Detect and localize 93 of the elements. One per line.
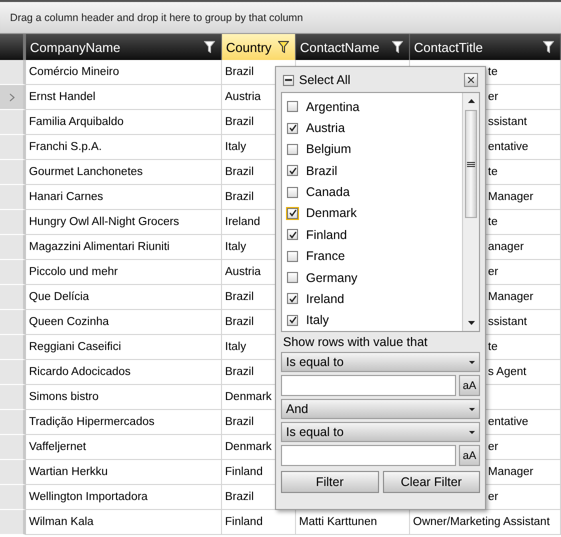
caret-icon (469, 430, 475, 434)
table-cell: Que Delícia (26, 285, 222, 310)
row-indicator[interactable] (0, 410, 26, 435)
checkbox[interactable] (287, 250, 298, 262)
table-cell: Gourmet Lanchonetes (26, 160, 222, 185)
row-indicator[interactable] (0, 510, 26, 535)
checkbox[interactable] (287, 101, 298, 112)
caret-icon (469, 408, 475, 410)
checkbox[interactable] (283, 74, 294, 86)
value-label[interactable]: Argentina (306, 100, 360, 114)
filter-icon[interactable] (278, 41, 289, 53)
row-indicator[interactable] (0, 210, 26, 235)
row-indicator[interactable] (0, 85, 26, 110)
value-label[interactable]: Italy (306, 313, 329, 328)
group-hint: Drag a column header and drop it here to group by that column (10, 12, 304, 24)
close-button[interactable] (464, 73, 478, 87)
row-indicator[interactable] (0, 385, 26, 410)
checkbox[interactable] (287, 314, 298, 326)
scroll-up-icon[interactable] (468, 99, 474, 103)
table-cell: Wellington Importadora (26, 485, 222, 510)
table-cell: Piccolo und mehr (26, 260, 222, 285)
value-input[interactable] (281, 375, 456, 396)
row-indicator[interactable] (0, 185, 26, 210)
select-all-label[interactable]: Select All (299, 73, 350, 87)
table-cell: Hanari Carnes (26, 185, 222, 210)
checkbox[interactable] (287, 165, 298, 176)
row-indicator[interactable] (0, 235, 26, 260)
checkbox[interactable] (287, 122, 298, 134)
clear-filter-button[interactable]: Clear Filter (382, 471, 480, 493)
row-indicator[interactable] (0, 335, 26, 360)
row-indicator[interactable] (0, 460, 26, 485)
table-cell: Ricardo Adocicados (26, 360, 222, 385)
table-cell: Wartian Herkku (26, 460, 222, 485)
checkbox[interactable] (287, 186, 298, 198)
table-cell: Familia Arquibaldo (26, 110, 222, 135)
checkbox[interactable] (287, 229, 298, 240)
checkbox[interactable] (287, 272, 298, 284)
filter-icon[interactable] (543, 41, 554, 53)
column-header[interactable]: Country (222, 34, 296, 60)
column-header[interactable]: ContactName (296, 34, 410, 60)
table-cell: Simons bistro (26, 385, 222, 410)
table-cell: Comércio Mineiro (26, 60, 222, 85)
header-corner (0, 34, 26, 60)
row-indicator[interactable] (0, 160, 26, 185)
value-label[interactable]: Brazil (306, 164, 338, 178)
operator-dropdown[interactable]: Is equal to (281, 422, 480, 442)
table-cell: Queen Cozinha (26, 310, 222, 335)
table-cell: Vaffeljernet (26, 435, 222, 460)
row-indicator[interactable] (0, 110, 26, 135)
table-cell: Wilman Kala (26, 510, 222, 535)
value-label[interactable]: Belgium (306, 142, 352, 156)
checkbox[interactable] (287, 208, 298, 219)
match-case-button[interactable]: aA (459, 375, 480, 396)
table-cell: Tradição Hipermercados (26, 410, 222, 435)
checkbox[interactable] (287, 144, 298, 155)
value-input[interactable] (281, 445, 456, 466)
row-indicator[interactable] (0, 360, 26, 385)
value-label[interactable]: Ireland (306, 292, 344, 306)
table-cell: Matti Karttunen (299, 516, 377, 528)
table-cell: Reggiani Caseifici (26, 335, 222, 360)
caret-icon (469, 360, 475, 364)
value-label[interactable]: France (306, 249, 345, 264)
scroll-down-icon[interactable] (468, 321, 474, 325)
grip-icon (467, 162, 475, 166)
filter-icon[interactable] (392, 41, 403, 53)
match-case-button[interactable]: aA (459, 445, 480, 466)
value-label[interactable]: Finland (306, 228, 347, 242)
scroll-thumb[interactable] (465, 110, 477, 218)
value-label[interactable]: Germany (306, 270, 358, 285)
value-label[interactable]: Canada (306, 185, 350, 200)
filter-icon[interactable] (204, 41, 215, 53)
operator-dropdown[interactable]: Is equal to (281, 352, 480, 372)
row-indicator[interactable] (0, 285, 26, 310)
column-header[interactable]: CompanyName (26, 34, 222, 60)
row-indicator[interactable] (0, 310, 26, 335)
logic-dropdown[interactable]: And (281, 399, 480, 419)
checkbox[interactable] (287, 293, 298, 304)
current-row-icon (8, 92, 14, 102)
table-cell: Ernst Handel (26, 85, 222, 110)
table-cell: Hungry Owl All-Night Grocers (26, 210, 222, 235)
row-indicator[interactable] (0, 135, 26, 160)
row-indicator[interactable] (0, 435, 26, 460)
filter-button[interactable]: Filter (281, 471, 378, 493)
row-indicator[interactable] (0, 485, 26, 510)
row-indicator[interactable] (0, 60, 26, 85)
value-label[interactable]: Denmark (306, 206, 357, 220)
close-icon[interactable] (468, 77, 474, 83)
row-indicator[interactable] (0, 260, 26, 285)
table-cell: Magazzini Alimentari Riuniti (26, 235, 222, 260)
value-label[interactable]: Austria (306, 121, 345, 136)
column-header[interactable]: ContactTitle (410, 34, 561, 60)
scrollbar[interactable] (462, 93, 479, 331)
table-cell: Franchi S.p.A. (26, 135, 222, 160)
